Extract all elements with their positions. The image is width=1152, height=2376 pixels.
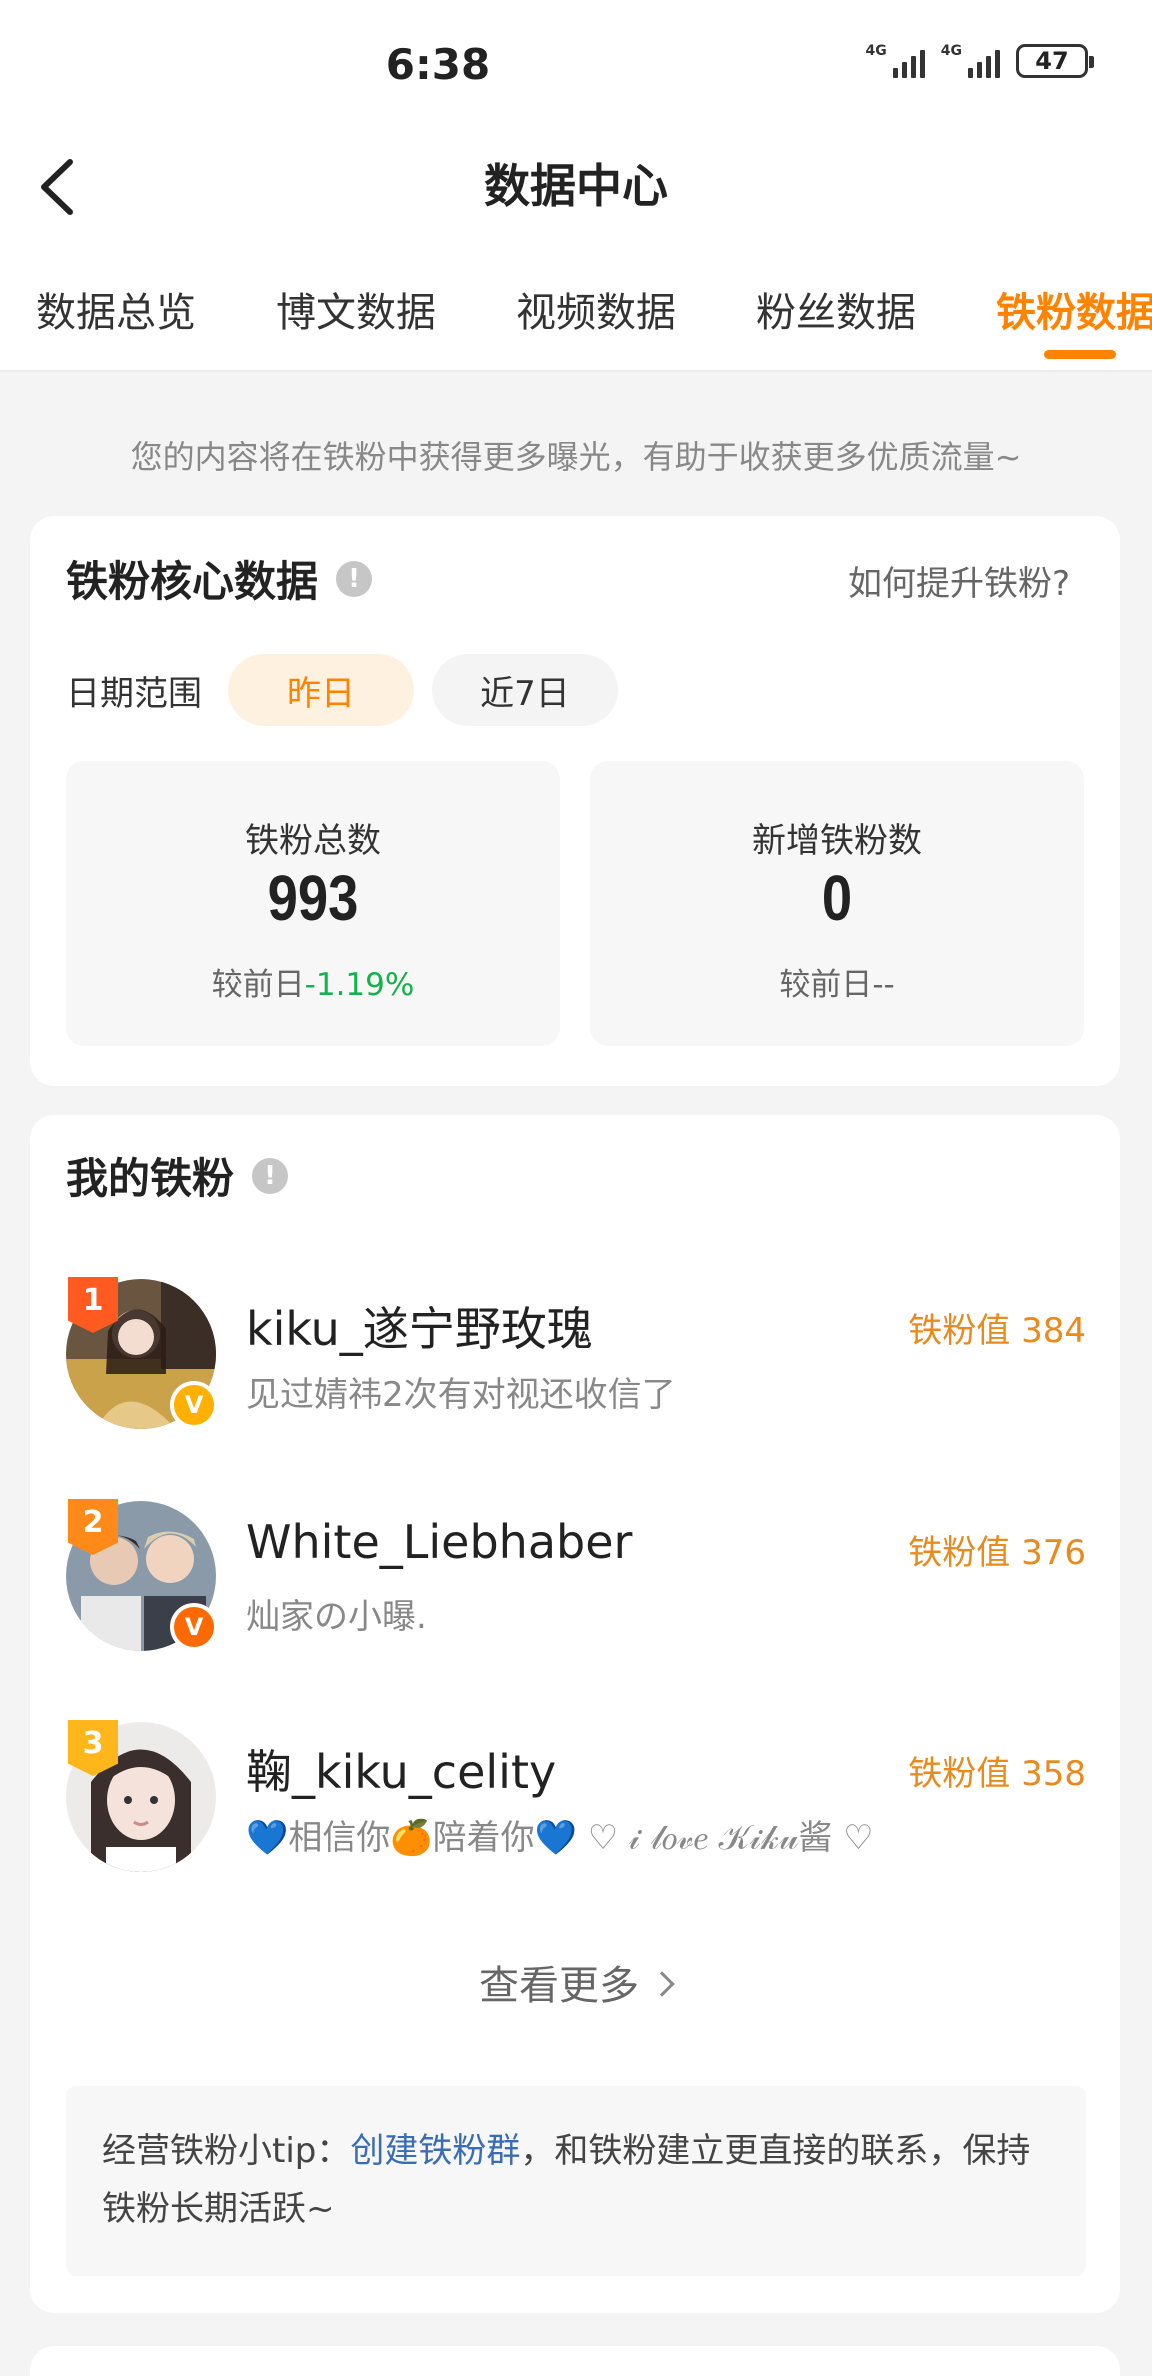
signal-label: 4G	[865, 43, 887, 59]
fan-description: 见过婧祎2次有对视还收信了	[246, 1375, 676, 1415]
fan-description: 灿家の小曝.	[246, 1597, 427, 1637]
signal-icon: 4G	[941, 44, 1000, 78]
fan-name: kiku_遂宁野玫瑰	[246, 1302, 593, 1356]
status-icons: 4G 4G 47	[866, 44, 1094, 78]
compare-prefix: 较前日	[211, 967, 305, 1003]
fan-score: 铁粉值 376	[908, 1533, 1086, 1573]
core-data-header: 铁粉核心数据 !	[66, 548, 373, 609]
signal-label: 4G	[940, 43, 962, 59]
create-fan-group-link[interactable]: 创建铁粉群	[350, 2131, 520, 2171]
stat-value: 993	[267, 862, 359, 934]
compare-value: --	[872, 967, 895, 1003]
page-title: 数据中心	[484, 159, 668, 213]
view-more-label: 查看更多	[479, 1963, 639, 2009]
fan-list-item[interactable]: 1 V kiku_遂宁野玫瑰 见过婧祎2次有对视还收信了 铁粉值 384	[66, 1277, 1086, 1429]
tab-post-data[interactable]: 博文数据	[276, 280, 436, 338]
tab-fans-data[interactable]: 粉丝数据	[756, 280, 916, 338]
tab-bar: 数据总览 博文数据 视频数据 粉丝数据 铁粉数据	[0, 280, 1152, 360]
compare-prefix: 较前日	[779, 967, 873, 1003]
fan-score: 铁粉值 358	[908, 1754, 1086, 1794]
my-fans-card: 我的铁粉 ! 1 V kiku_遂宁野玫瑰 见过婧祎2次有对视还收信了 铁粉值 …	[30, 1115, 1120, 2313]
how-to-improve-link[interactable]: 如何提升铁粉?	[848, 556, 1070, 605]
tip-box: 经营铁粉小tip：创建铁粉群，和铁粉建立更直接的联系，保持铁粉长期活跃~	[66, 2086, 1086, 2276]
stat-label: 铁粉总数	[245, 821, 381, 861]
stat-new-fans: 新增铁粉数 0 较前日--	[590, 761, 1084, 1046]
verified-icon: V	[170, 1381, 218, 1429]
tab-iron-fans-data[interactable]: 铁粉数据	[996, 280, 1152, 338]
my-fans-title: 我的铁粉	[66, 1154, 235, 1203]
intro-text: 您的内容将在铁粉中获得更多曝光，有助于收获更多优质流量~	[130, 438, 1022, 476]
date-option-7-days[interactable]: 近7日	[432, 654, 618, 726]
stat-total-fans: 铁粉总数 993 较前日-1.19%	[66, 761, 560, 1046]
fan-list-item[interactable]: 2 V White_Liebhaber 灿家の小曝. 铁粉值 376	[66, 1499, 1086, 1651]
status-time: 6:38	[385, 40, 491, 89]
compare-value: -1.19%	[304, 967, 415, 1003]
tip-prefix: 经营铁粉小tip：	[102, 2131, 351, 2171]
tab-overview[interactable]: 数据总览	[36, 280, 196, 338]
fan-list-item[interactable]: 3 鞠_kiku_celity 💙相信你🍊陪着你💙 ♡ 𝒾 𝓁𝑜𝓋𝑒 𝒦𝒾𝓀𝓊酱…	[66, 1720, 1086, 1872]
info-icon[interactable]: !	[336, 560, 373, 597]
fan-score: 铁粉值 384	[908, 1311, 1086, 1351]
verified-icon: V	[170, 1603, 218, 1651]
stat-compare: 较前日--	[590, 959, 1084, 1004]
next-card	[30, 2346, 1120, 2376]
info-icon[interactable]: !	[252, 1157, 289, 1194]
date-range-label: 日期范围	[66, 674, 202, 714]
view-more-button[interactable]: 查看更多	[30, 1953, 1120, 2011]
tab-indicator	[1044, 350, 1116, 359]
stat-value: 0	[821, 862, 853, 934]
fan-name: White_Liebhaber	[246, 1515, 633, 1569]
chevron-right-icon	[649, 1971, 675, 1997]
core-data-card: 铁粉核心数据 ! 如何提升铁粉? 日期范围 昨日 近7日 铁粉总数 993 较前…	[30, 516, 1120, 1086]
stat-label: 新增铁粉数	[752, 821, 922, 861]
core-data-title: 铁粉核心数据	[66, 557, 319, 606]
signal-icon: 4G	[866, 44, 925, 78]
date-option-yesterday[interactable]: 昨日	[228, 654, 414, 726]
my-fans-header: 我的铁粉 !	[66, 1145, 289, 1206]
tab-video-data[interactable]: 视频数据	[516, 280, 676, 338]
battery-icon: 47	[1016, 44, 1094, 78]
fan-name: 鞠_kiku_celity	[246, 1745, 557, 1799]
fan-description: 💙相信你🍊陪着你💙 ♡ 𝒾 𝓁𝑜𝓋𝑒 𝒦𝒾𝓀𝓊酱 ♡	[246, 1818, 874, 1858]
stat-compare: 较前日-1.19%	[66, 959, 560, 1004]
